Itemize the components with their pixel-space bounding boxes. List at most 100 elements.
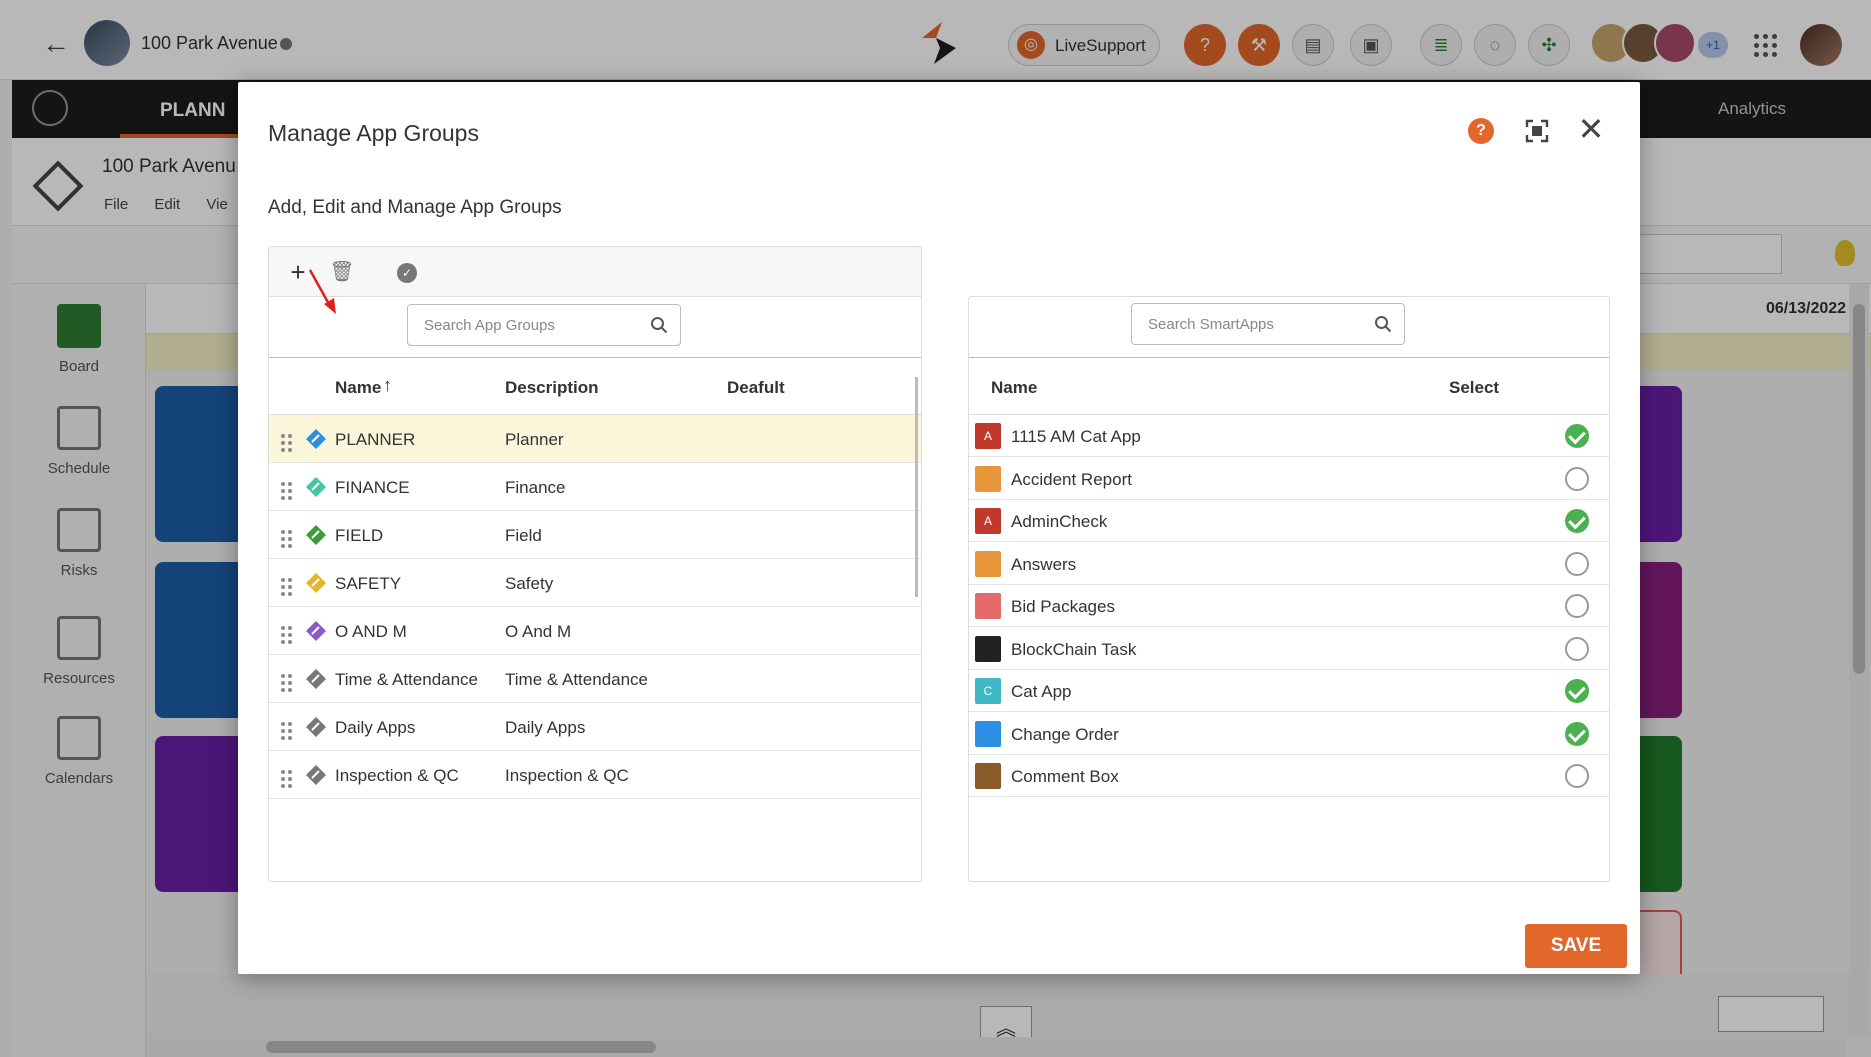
smart-apps-search[interactable] <box>1131 303 1405 345</box>
group-name: FIELD <box>335 526 384 545</box>
app-icon: A <box>975 423 1001 449</box>
select-toggle[interactable] <box>1565 721 1589 746</box>
group-description: Field <box>505 526 542 545</box>
drag-handle-icon[interactable] <box>281 674 293 694</box>
groups-table-header: Name ↑ Description Deafult <box>269 357 921 415</box>
group-description: Daily Apps <box>505 718 586 737</box>
app-name: 1115 AM Cat App <box>1011 427 1141 446</box>
app-icon: A <box>975 508 1001 534</box>
app-group-icon <box>306 717 326 737</box>
app-group-icon <box>306 573 326 593</box>
group-description: O And M <box>505 622 572 641</box>
group-name: Time & Attendance <box>335 670 479 689</box>
dialog-title: Manage App Groups <box>268 120 479 146</box>
app-icon <box>975 593 1001 619</box>
table-row[interactable]: Time & Attendance Time & Attendance <box>269 655 921 703</box>
column-description[interactable]: Description <box>505 378 599 398</box>
table-row[interactable]: Bid Packages <box>969 585 1609 627</box>
group-name: Inspection & QC <box>335 766 459 785</box>
table-row[interactable]: Answers <box>969 542 1609 585</box>
search-input[interactable] <box>424 305 664 345</box>
close-icon[interactable]: ✕ <box>1576 113 1606 145</box>
app-groups-panel: + 🗑 ✓ Name ↑ Description Deafult PLANNER… <box>268 246 922 882</box>
select-toggle[interactable] <box>1565 509 1589 533</box>
drag-handle-icon[interactable] <box>281 770 293 790</box>
table-row[interactable]: C Cat App <box>969 670 1609 712</box>
table-row[interactable]: SAFETY Safety <box>269 559 921 607</box>
app-frame: ← 100 Park Avenue ◎ LiveSupport ? ⚒ ▤ ▣ … <box>0 0 1871 1057</box>
app-name: Accident Report <box>1011 469 1132 489</box>
app-group-icon <box>306 669 326 689</box>
group-description: Planner <box>505 430 564 449</box>
select-toggle[interactable] <box>1565 679 1589 703</box>
select-toggle[interactable] <box>1565 636 1589 661</box>
group-description: Time & Attendance <box>505 670 649 689</box>
table-row[interactable]: Change Order <box>969 712 1609 755</box>
app-icon <box>975 720 1001 747</box>
drag-handle-icon[interactable] <box>281 626 293 646</box>
table-row[interactable]: PLANNER Planner <box>269 415 921 463</box>
table-row[interactable]: Inspection & QC Inspection & QC <box>269 751 921 799</box>
column-select[interactable]: Select <box>1449 378 1499 398</box>
app-icon <box>975 550 1001 577</box>
drag-handle-icon[interactable] <box>281 530 293 550</box>
groups-toolbar: + 🗑 ✓ <box>269 247 921 297</box>
column-name[interactable]: Name <box>335 378 381 398</box>
search-input[interactable] <box>1148 304 1388 344</box>
drag-handle-icon[interactable] <box>281 722 293 742</box>
table-row[interactable]: FINANCE Finance <box>269 463 921 511</box>
app-name: Change Order <box>1011 724 1119 744</box>
help-icon[interactable]: ? <box>1468 118 1494 144</box>
search-icon[interactable] <box>650 316 668 334</box>
column-name[interactable]: Name <box>991 378 1037 398</box>
dialog-subtitle: Add, Edit and Manage App Groups <box>268 197 562 218</box>
table-row[interactable]: FIELD Field <box>269 511 921 559</box>
save-button[interactable]: SAVE <box>1525 924 1627 968</box>
app-name: Comment Box <box>1011 767 1119 786</box>
group-description: Inspection & QC <box>505 766 629 785</box>
app-name: Answers <box>1011 554 1077 574</box>
table-row[interactable]: A AdminCheck <box>969 500 1609 542</box>
apps-table-header: Name Select <box>969 357 1609 415</box>
app-icon: C <box>975 678 1001 704</box>
drag-handle-icon[interactable] <box>281 434 293 454</box>
app-name: BlockChain Task <box>1011 639 1137 659</box>
check-icon[interactable]: ✓ <box>397 263 417 283</box>
column-default[interactable]: Deafult <box>727 378 785 398</box>
select-toggle[interactable] <box>1565 466 1589 491</box>
manage-app-groups-dialog: Manage App Groups ? ✕ Add, Edit and Mana… <box>238 82 1640 974</box>
table-row[interactable]: O AND M O And M <box>269 607 921 655</box>
app-groups-search[interactable] <box>407 304 681 346</box>
group-name: SAFETY <box>335 574 402 593</box>
table-row[interactable]: Daily Apps Daily Apps <box>269 703 921 751</box>
sort-ascending-icon[interactable]: ↑ <box>383 375 392 396</box>
app-name: AdminCheck <box>1011 512 1108 531</box>
app-group-icon <box>306 621 326 641</box>
app-icon <box>975 465 1001 492</box>
app-group-icon <box>306 765 326 785</box>
annotation-arrow-icon <box>308 269 336 314</box>
smart-apps-panel: Name Select A 1115 AM Cat App Accident Rep… <box>968 296 1610 882</box>
table-row[interactable]: BlockChain Task <box>969 627 1609 670</box>
app-group-icon <box>306 429 326 449</box>
select-toggle[interactable] <box>1565 424 1589 448</box>
select-toggle[interactable] <box>1565 594 1589 618</box>
search-icon[interactable] <box>1374 315 1392 333</box>
app-icon <box>975 635 1001 662</box>
group-name: O AND M <box>335 622 407 641</box>
drag-handle-icon[interactable] <box>281 482 293 502</box>
groups-scrollbar[interactable] <box>915 377 918 597</box>
app-name: Cat App <box>1011 682 1072 701</box>
app-group-icon <box>306 525 326 545</box>
table-row[interactable]: Comment Box <box>969 755 1609 797</box>
group-description: Finance <box>505 478 566 497</box>
drag-handle-icon[interactable] <box>281 578 293 598</box>
select-toggle[interactable] <box>1565 551 1589 576</box>
table-row[interactable]: A 1115 AM Cat App <box>969 415 1609 457</box>
select-toggle[interactable] <box>1565 764 1589 788</box>
group-name: PLANNER <box>335 430 416 449</box>
app-group-icon <box>306 477 326 497</box>
fullscreen-icon[interactable] <box>1524 118 1550 144</box>
table-row[interactable]: Accident Report <box>969 457 1609 500</box>
app-icon <box>975 763 1001 789</box>
